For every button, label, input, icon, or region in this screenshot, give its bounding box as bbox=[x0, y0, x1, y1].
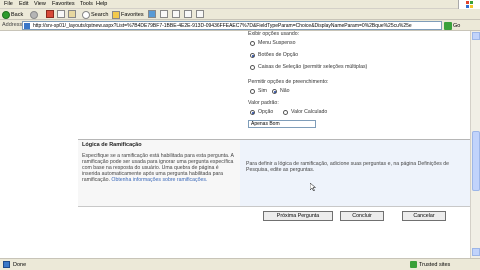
stop-icon[interactable] bbox=[46, 10, 54, 18]
menu-bar: File Edit View Favorites Tools Help bbox=[0, 0, 480, 9]
fillin-label: Permitir opções de preenchimento: bbox=[248, 79, 329, 85]
option-dropdown-label: Menu Suspenso bbox=[258, 40, 296, 46]
status-left: Done bbox=[3, 261, 26, 268]
branching-right-panel bbox=[240, 140, 470, 206]
media-icon[interactable] bbox=[148, 10, 156, 18]
fillin-no[interactable]: Não bbox=[272, 88, 290, 94]
default-choice[interactable]: Opção bbox=[250, 109, 273, 115]
mail-icon[interactable] bbox=[172, 10, 180, 18]
search-label: Search bbox=[91, 11, 109, 18]
fillin-yes-label: Sim bbox=[258, 88, 267, 94]
footer-divider bbox=[78, 206, 470, 207]
mouse-cursor-icon bbox=[309, 182, 317, 192]
refresh-icon[interactable] bbox=[57, 10, 65, 18]
favorites-star-icon bbox=[112, 10, 120, 19]
favorites-label: Favorites bbox=[121, 11, 144, 18]
page-icon bbox=[24, 23, 30, 29]
status-text: Done bbox=[13, 261, 27, 268]
option-checkboxes[interactable]: Caixas de Seleção (permitir seleções múl… bbox=[250, 64, 367, 70]
address-label: Address bbox=[2, 22, 23, 28]
status-zone: Trusted sites bbox=[410, 261, 450, 268]
menu-file[interactable]: File bbox=[4, 1, 13, 7]
windows-logo-icon bbox=[458, 0, 480, 9]
edit-icon[interactable] bbox=[196, 10, 204, 18]
search-button[interactable]: Search bbox=[82, 10, 108, 19]
scroll-down-arrow-icon[interactable] bbox=[472, 248, 480, 256]
option-radio-buttons[interactable]: Botões de Opção bbox=[250, 52, 298, 58]
option-radio-buttons-label: Botões de Opção bbox=[258, 52, 299, 58]
default-value-input[interactable]: Apenas Bom bbox=[248, 120, 316, 128]
default-choice-label: Opção bbox=[258, 109, 274, 115]
branching-title: Lógica de Ramificação bbox=[82, 142, 142, 148]
history-icon[interactable] bbox=[160, 10, 168, 18]
next-question-button[interactable]: Próxima Pergunta bbox=[263, 211, 333, 221]
vertical-scrollbar[interactable] bbox=[470, 31, 480, 258]
go-button[interactable]: Go bbox=[444, 21, 466, 30]
fillin-no-label: Não bbox=[280, 88, 290, 94]
back-arrow-icon bbox=[2, 10, 10, 19]
option-dropdown[interactable]: Menu Suspenso bbox=[250, 40, 296, 46]
menu-view[interactable]: View bbox=[34, 1, 46, 7]
back-button[interactable]: Back bbox=[2, 10, 23, 19]
menu-favorites[interactable]: Favorites bbox=[52, 1, 75, 7]
toolbar: Back Search Favorites bbox=[0, 9, 480, 20]
search-icon bbox=[82, 10, 90, 19]
trusted-sites-icon bbox=[410, 261, 417, 268]
menu-edit[interactable]: Edit bbox=[19, 1, 28, 7]
default-calculated-label: Valor Calculado bbox=[291, 109, 328, 115]
fillin-yes[interactable]: Sim bbox=[250, 88, 267, 94]
address-bar: Address http://srv-sp01/_layouts/qstnew.… bbox=[0, 20, 480, 31]
finish-button[interactable]: Concluir bbox=[340, 211, 384, 221]
option-checkboxes-label: Caixas de Seleção (permitir seleções múl… bbox=[258, 64, 368, 70]
branching-instructions: Para definir a lógica de ramificação, ad… bbox=[246, 161, 450, 173]
back-label: Back bbox=[11, 11, 24, 18]
radio-selected-icon bbox=[272, 88, 277, 94]
menu-tools[interactable]: Tools bbox=[80, 1, 93, 7]
menu-help[interactable]: Help bbox=[96, 1, 107, 7]
display-choices-label: Exibir opções usando: bbox=[248, 31, 300, 37]
branching-info-link[interactable]: Obtenha informações sobre ramificações. bbox=[111, 177, 207, 183]
default-value-label: Valor padrão: bbox=[248, 100, 279, 106]
forward-button[interactable] bbox=[30, 10, 38, 19]
forward-arrow-icon bbox=[30, 10, 38, 19]
radio-icon bbox=[283, 109, 288, 115]
go-arrow-icon bbox=[444, 21, 452, 30]
home-icon[interactable] bbox=[68, 10, 76, 18]
radio-icon bbox=[250, 88, 255, 94]
branching-description: Especifique se a ramificação está habili… bbox=[82, 153, 234, 183]
address-input[interactable]: http://srv-sp01/_layouts/qstnew.aspx?Lis… bbox=[22, 21, 442, 30]
radio-selected-icon bbox=[250, 52, 255, 58]
status-bar: Done Trusted sites bbox=[0, 258, 480, 270]
print-icon[interactable] bbox=[184, 10, 192, 18]
default-calculated[interactable]: Valor Calculado bbox=[283, 109, 327, 115]
radio-icon bbox=[250, 40, 255, 46]
cancel-button[interactable]: Cancelar bbox=[402, 211, 446, 221]
go-label: Go bbox=[453, 22, 461, 29]
scroll-thumb[interactable] bbox=[472, 131, 480, 191]
favorites-button[interactable]: Favorites bbox=[112, 10, 144, 19]
address-url: http://srv-sp01/_layouts/qstnew.aspx?Lis… bbox=[33, 23, 412, 29]
scroll-up-arrow-icon[interactable] bbox=[472, 32, 480, 40]
zone-text: Trusted sites bbox=[419, 261, 451, 268]
radio-icon bbox=[250, 64, 255, 70]
radio-selected-icon bbox=[250, 109, 255, 115]
page-done-icon bbox=[3, 261, 10, 268]
